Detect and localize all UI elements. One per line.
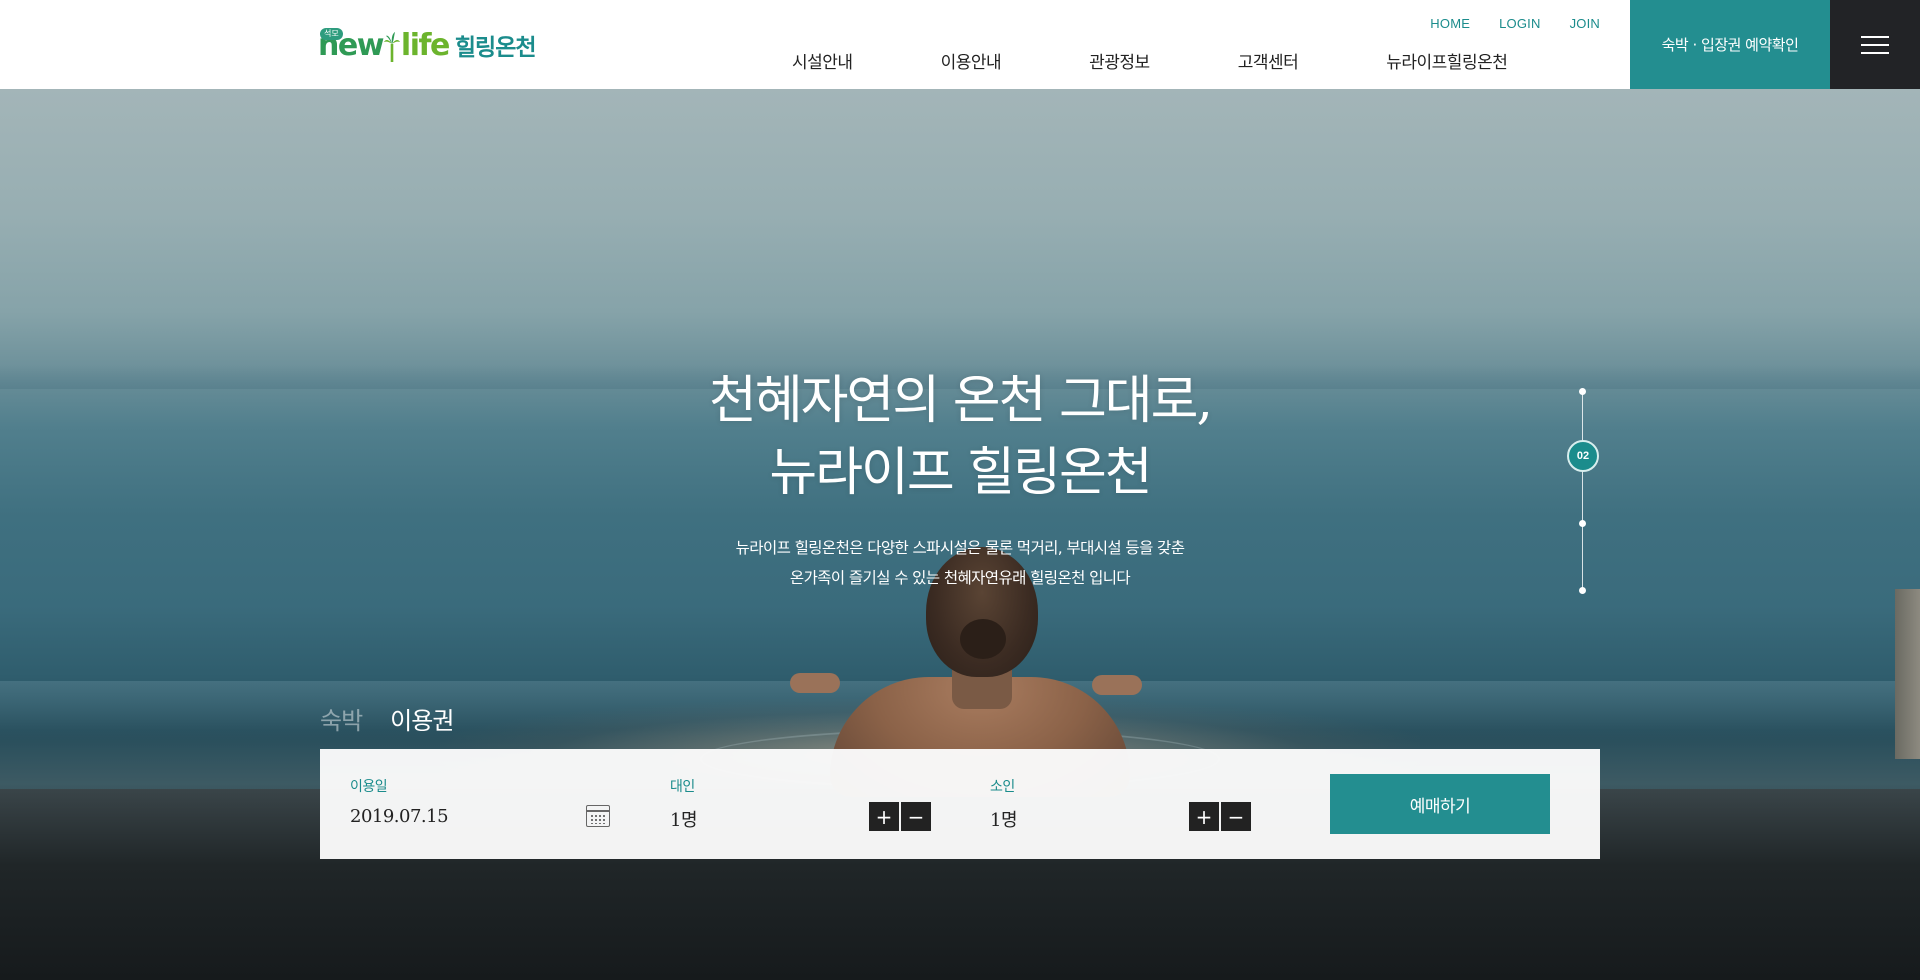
child-plus-button[interactable]: + (1189, 802, 1219, 831)
logo-badge: 석모 (320, 28, 343, 40)
reservation-check-button[interactable]: 숙박 · 입장권 예약확인 (1630, 0, 1830, 89)
hamburger-menu-icon (1861, 36, 1889, 54)
bather-right-hand (1092, 675, 1142, 695)
join-link[interactable]: JOIN (1570, 16, 1600, 31)
logo-text-korean: 힐링온천 (454, 35, 537, 61)
menu-button[interactable] (1830, 0, 1920, 89)
hero-headline: 천혜자연의 온천 그대로, 뉴라이프 힐링온천 (560, 365, 1360, 509)
nav-item-usage-guide[interactable]: 이용안내 (941, 48, 1002, 73)
adult-stepper: + − (869, 802, 931, 831)
nav-item-customer-center[interactable]: 고객센터 (1238, 48, 1299, 73)
pagination-dot-1[interactable] (1579, 388, 1586, 395)
hero-description-line2: 온가족이 즐기실 수 있는 천혜자연유래 힐링온천 입니다 (789, 569, 1131, 587)
hero-description: 뉴라이프 힐링온천은 다양한 스파시설은 물론 먹거리, 부대시설 등을 갖춘 … (560, 533, 1360, 593)
adult-count-field: 대인 1명 (670, 776, 698, 832)
date-label: 이용일 (350, 779, 388, 795)
child-count-field: 소인 1명 (990, 776, 1018, 832)
adult-label: 대인 (670, 779, 695, 795)
booking-form: 이용일 2019.07.15 대인 1명 + − 소인 1명 + − 예매하기 (320, 749, 1600, 859)
nav-item-facilities[interactable]: 시설안내 (792, 48, 853, 73)
date-value[interactable]: 2019.07.15 (350, 806, 449, 827)
bather-hair-bun (960, 619, 1006, 659)
palm-tree-icon (383, 32, 400, 62)
book-button[interactable]: 예매하기 (1330, 774, 1550, 834)
child-count-value: 1명 (990, 810, 1018, 831)
home-link[interactable]: HOME (1430, 16, 1470, 31)
child-minus-button[interactable]: − (1221, 802, 1251, 831)
pagination-dot-active[interactable]: 02 (1567, 440, 1599, 472)
booking-tabs: 숙박 이용권 (320, 701, 454, 736)
utility-links: HOME LOGIN JOIN (1430, 16, 1600, 31)
hero-description-line1: 뉴라이프 힐링온천은 다양한 스파시설은 물론 먹거리, 부대시설 등을 갖춘 (735, 539, 1185, 557)
pagination-line (1582, 392, 1583, 588)
child-stepper: + − (1189, 802, 1251, 831)
login-link[interactable]: LOGIN (1499, 16, 1540, 31)
adult-minus-button[interactable]: − (901, 802, 931, 831)
hero-headline-line1: 천혜자연의 온천 그대로, (709, 371, 1213, 431)
nav-item-newlife-spa[interactable]: 뉴라이프힐링온천 (1386, 48, 1508, 73)
child-label: 소인 (990, 779, 1015, 795)
logo-mark: 석모 new life (318, 28, 450, 63)
calendar-icon[interactable] (586, 805, 610, 827)
tab-lodging[interactable]: 숙박 (320, 701, 363, 736)
wooden-post (1895, 589, 1920, 759)
adult-count-value: 1명 (670, 810, 698, 831)
date-field[interactable]: 이용일 2019.07.15 (350, 776, 449, 827)
nav-item-tourism[interactable]: 관광정보 (1089, 48, 1150, 73)
hero-headline-line2: 뉴라이프 힐링온천 (769, 443, 1152, 503)
logo-text-life: life (400, 28, 450, 63)
site-logo[interactable]: 석모 new life 힐링온천 (318, 18, 537, 63)
tab-ticket[interactable]: 이용권 (390, 701, 454, 736)
site-header: 석모 new life 힐링온천 HOME LOGIN JOIN 시설안내 이용… (0, 0, 1920, 89)
pagination-dot-4[interactable] (1579, 587, 1586, 594)
bather-left-hand (790, 673, 840, 693)
slide-pagination: 02 (1567, 388, 1599, 594)
main-nav: 시설안내 이용안내 관광정보 고객센터 뉴라이프힐링온천 (792, 48, 1508, 73)
adult-plus-button[interactable]: + (869, 802, 899, 831)
pagination-dot-3[interactable] (1579, 520, 1586, 527)
